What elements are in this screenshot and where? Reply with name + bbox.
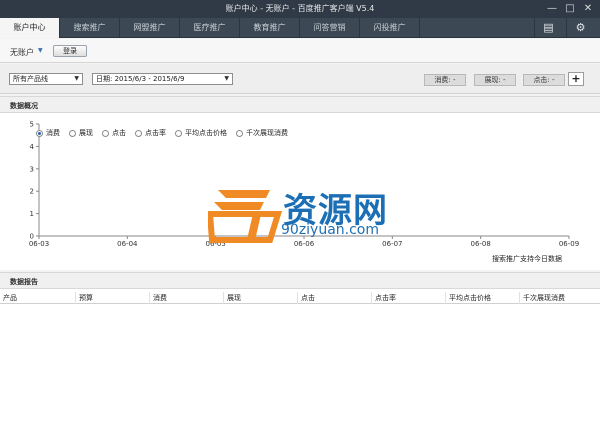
y-tick-label: 1: [30, 210, 34, 218]
y-tick-label: 2: [30, 188, 34, 196]
column-header-spend[interactable]: 消费: [150, 292, 224, 304]
add-metric-button[interactable]: +: [568, 72, 584, 86]
column-header-product[interactable]: 产品: [0, 292, 76, 304]
window-controls: — □ ✕: [544, 1, 596, 16]
x-tick-label: 06-04: [117, 240, 138, 248]
filter-bar: 所有产品线 ▼ 日期: 2015/6/3 - 2015/6/9 ▼ 消费: - …: [0, 64, 600, 94]
column-header-budget[interactable]: 预算: [76, 292, 150, 304]
radio-icon: [102, 129, 109, 137]
title-bar: 账户中心 - 无账户 - 百度推广客户端 V5.4 — □ ✕: [0, 0, 600, 18]
radio-icon: [175, 129, 182, 137]
x-tick-label: 06-07: [382, 240, 402, 248]
legend-item-cpm[interactable]: 千次展现消费: [236, 128, 288, 138]
message-icon[interactable]: ▤: [534, 18, 562, 38]
product-line-value: 所有产品线: [13, 75, 48, 83]
product-line-select[interactable]: 所有产品线 ▼: [9, 73, 83, 85]
tab-search-promo[interactable]: 搜索推广: [60, 18, 120, 38]
main-tab-bar: 账户中心 搜索推广 网盟推广 医疗推广 教育推广 问答营销 闪投推广 ▤ ⚙: [0, 18, 600, 38]
close-icon[interactable]: ✕: [580, 1, 596, 16]
watermark-url: 90ziyuan.com: [281, 222, 380, 238]
tab-flash-promo[interactable]: 闪投推广: [360, 18, 420, 38]
tab-medical-promo[interactable]: 医疗推广: [180, 18, 240, 38]
column-header-ctr[interactable]: 点击率: [372, 292, 446, 304]
tab-account-center[interactable]: 账户中心: [0, 18, 60, 38]
radio-icon: [135, 129, 142, 137]
metric-impressions-button[interactable]: 展现: -: [474, 74, 516, 86]
column-header-impressions[interactable]: 展现: [224, 292, 298, 304]
radio-icon: [69, 129, 76, 137]
login-button[interactable]: 登录: [53, 45, 87, 57]
metric-spend-button[interactable]: 消费: -: [424, 74, 466, 86]
x-tick-label: 06-09: [559, 240, 579, 248]
report-title: 数据报告: [10, 278, 38, 286]
x-tick-label: 06-03: [29, 240, 49, 248]
metric-clicks-button[interactable]: 点击: -: [523, 74, 565, 86]
chevron-down-icon: ▼: [74, 75, 79, 82]
tab-qa-marketing[interactable]: 问答营销: [300, 18, 360, 38]
radio-icon: [36, 129, 43, 137]
overview-section-header: 数据概况: [0, 96, 600, 113]
legend-item-impressions[interactable]: 展现: [69, 128, 93, 138]
y-tick-label: 3: [30, 165, 34, 173]
minimize-icon[interactable]: —: [544, 1, 560, 16]
date-range-select[interactable]: 日期: 2015/6/3 - 2015/6/9 ▼: [92, 73, 233, 85]
y-tick-label: 4: [30, 143, 35, 151]
legend-item-spend[interactable]: 消费: [36, 128, 60, 138]
legend-item-clicks[interactable]: 点击: [102, 128, 126, 138]
column-header-avg-cpc[interactable]: 平均点击价格: [446, 292, 520, 304]
x-tick-label: 06-08: [470, 240, 490, 248]
column-header-cpm[interactable]: 千次展现消费: [520, 292, 600, 304]
report-table-header: 产品 预算 消费 展现 点击 点击率 平均点击价格 千次展现消费: [0, 292, 600, 304]
chart-legend: 消费 展现 点击 点击率 平均点击价格 千次展现消费: [36, 128, 288, 138]
radio-icon: [236, 129, 243, 137]
report-table-area: [0, 289, 600, 426]
window-title: 账户中心 - 无账户 - 百度推广客户端 V5.4: [225, 4, 375, 13]
overview-title: 数据概况: [10, 102, 38, 110]
chevron-down-icon[interactable]: ▼: [38, 47, 43, 54]
column-header-clicks[interactable]: 点击: [298, 292, 372, 304]
date-range-value: 日期: 2015/6/3 - 2015/6/9: [96, 75, 185, 83]
today-data-note: 搜索推广支持今日数据: [492, 255, 562, 263]
gear-icon[interactable]: ⚙: [566, 18, 594, 38]
legend-item-avg-cpc[interactable]: 平均点击价格: [175, 128, 227, 138]
tab-network-promo[interactable]: 网盟推广: [120, 18, 180, 38]
x-tick-label: 06-06: [294, 240, 315, 248]
tab-education-promo[interactable]: 教育推广: [240, 18, 300, 38]
y-tick-label: 5: [30, 121, 34, 129]
legend-item-ctr[interactable]: 点击率: [135, 128, 166, 138]
chevron-down-icon: ▼: [224, 75, 229, 82]
account-bar: 无账户 ▼ 登录: [0, 39, 600, 63]
account-selector-label[interactable]: 无账户: [10, 47, 34, 58]
maximize-icon[interactable]: □: [562, 1, 578, 16]
report-section-header: 数据报告: [0, 272, 600, 289]
watermark-logo-graphic: [208, 190, 283, 243]
watermark-logo-icon: [208, 190, 283, 243]
